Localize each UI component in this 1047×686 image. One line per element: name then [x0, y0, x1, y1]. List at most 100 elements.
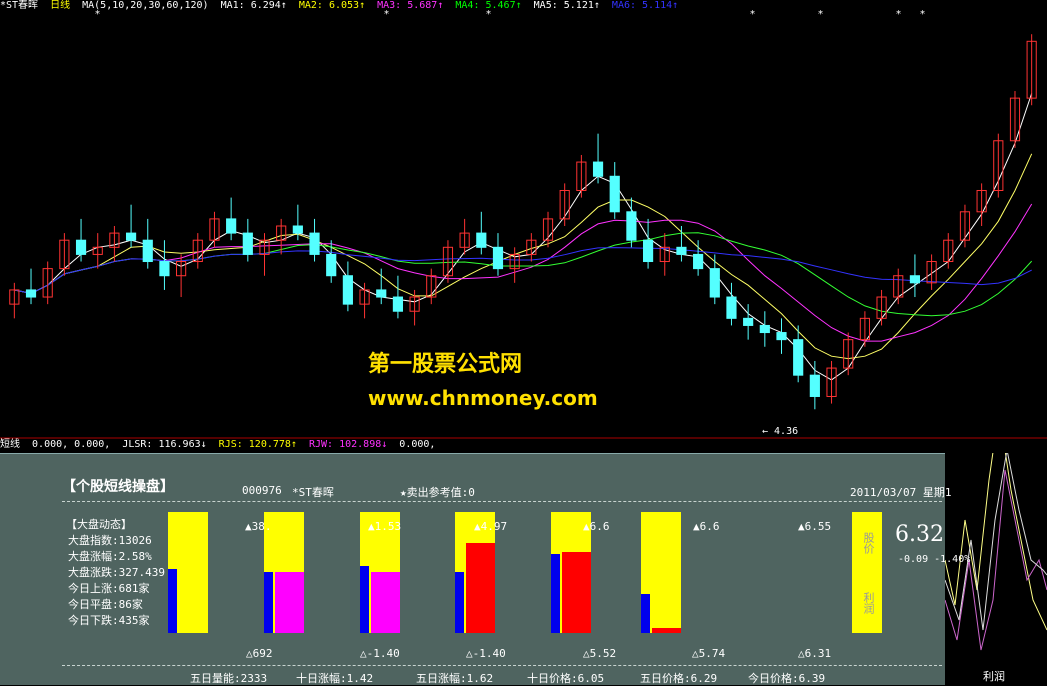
period-label: 日线 [50, 0, 71, 11]
current-price: 6.32 [895, 522, 944, 547]
panel-title: 【个股短线操盘】 [62, 479, 174, 495]
side-bar [852, 512, 882, 633]
watermark-url: www.chnmoney.com [368, 386, 598, 410]
gauge-secondary-fill [562, 552, 591, 633]
market-flat: 今日平盘:86家 [68, 598, 143, 611]
indicator-jlsr: JLSR: 116.963↓ [122, 439, 207, 450]
candle-body[interactable] [159, 261, 170, 277]
candle-body[interactable] [25, 289, 37, 298]
candle-body[interactable] [759, 324, 770, 334]
ma5-value: MA5: 5.121↑ [533, 0, 600, 11]
candle-body[interactable] [492, 246, 504, 270]
divider-top [62, 501, 942, 502]
gauge-bar [168, 512, 208, 633]
side-bar-top-label: 股价 [862, 532, 875, 554]
candle-body[interactable] [592, 161, 604, 177]
watermark-title: 第一股票公式网 [368, 352, 523, 377]
ma1-value: MA1: 6.294↑ [220, 0, 287, 11]
signal-marker: * [896, 9, 901, 20]
right-indicator-plot [945, 453, 1047, 684]
ma3-value: MA3: 5.687↑ [377, 0, 444, 11]
candle-body[interactable] [626, 211, 637, 241]
candle-body[interactable] [342, 275, 353, 305]
chart-header: *ST春晖 日线 MA(5,10,20,30,60,120) MA1: 6.29… [0, 0, 684, 12]
panel-date: 2011/03/07 星期1 [850, 486, 952, 499]
top-value-5: ▲6.6 [693, 520, 720, 533]
candle-body[interactable] [776, 332, 787, 341]
gauge-blue-fill [455, 572, 464, 633]
candle-body[interactable] [642, 239, 654, 263]
indicator-item-5: 0.000, [399, 439, 436, 450]
gauge-blue-fill [264, 572, 273, 633]
low-marker: ← 4.36 [762, 426, 799, 437]
top-value-4: ▲6.6 [583, 520, 610, 533]
indicator-rjs: RJS: 120.778↑ [218, 439, 297, 450]
candle-body[interactable] [125, 232, 137, 241]
short-term-panel: 【个股短线操盘】 000976 *ST春晖 ★卖出参考值:0 2011/03/0… [0, 453, 970, 685]
signal-marker: * [750, 9, 755, 20]
candle-body[interactable] [142, 239, 153, 263]
bottom-value-5: △5.74 [692, 647, 726, 660]
right-panel-label: 利润 [983, 670, 1005, 683]
market-down: 今日下跌:435家 [68, 614, 150, 627]
indicator-line: 短线 0.000, 0.000, JLSR: 116.963↓ RJS: 120… [0, 439, 441, 451]
bottom-value-3: △-1.40 [466, 647, 506, 660]
market-title: 【大盘动态】 [66, 518, 132, 531]
market-change: 大盘涨跌:327.439 [68, 566, 165, 579]
candle-body[interactable] [609, 175, 620, 213]
bottom-value-4: △5.52 [583, 647, 617, 660]
candle-body[interactable] [693, 253, 704, 270]
side-bar-bottom-label: 利润 [862, 592, 875, 614]
candle-body[interactable] [392, 296, 404, 312]
candle-body[interactable] [676, 246, 687, 255]
candle-body[interactable] [476, 232, 487, 248]
indicator-label: 短线 [0, 439, 20, 450]
candle-body[interactable] [326, 253, 337, 277]
gauge-blue-fill [641, 594, 650, 633]
ma4-value: MA4: 5.467↑ [455, 0, 522, 11]
indicator-item-1: 0.000, 0.000, [32, 439, 111, 450]
ma6-value: MA6: 5.114↑ [611, 0, 679, 11]
top-value-2: ▲1.53 [368, 520, 402, 533]
panel-stock-name: *ST春晖 [292, 486, 334, 499]
candle-body[interactable] [793, 339, 804, 376]
bottom-value-1: △692 [246, 647, 273, 660]
gauge-blue-fill [551, 554, 560, 633]
ma2-value: MA2: 6.053↑ [298, 0, 366, 11]
stock-code: 000976 [242, 484, 282, 497]
candle-body[interactable] [743, 317, 754, 326]
gauge-secondary-fill [371, 572, 400, 633]
market-index: 大盘指数:13026 [68, 534, 152, 547]
gauge-bar [641, 512, 681, 633]
stock-name: *ST春晖 [0, 0, 39, 11]
sell-reference: ★卖出参考值:0 [400, 486, 475, 499]
candle-body[interactable] [242, 232, 253, 255]
kline-plot[interactable]: * * * * * * * [0, 0, 1047, 440]
candle-body[interactable] [726, 296, 737, 319]
top-value-6: ▲6.55 [798, 520, 832, 533]
gauge-blue-fill [168, 569, 177, 633]
candle-body[interactable] [292, 225, 303, 234]
gauge-secondary-fill [466, 543, 495, 633]
signal-marker: * [818, 9, 823, 20]
divider-bottom [62, 665, 942, 666]
signal-marker: * [920, 9, 925, 20]
candle-body[interactable] [809, 374, 820, 397]
candle-body[interactable] [309, 232, 320, 255]
bottom-value-6: △6.31 [798, 647, 832, 660]
market-change-pct: 大盘涨幅:2.58% [68, 550, 152, 563]
bottom-value-2: △-1.40 [360, 647, 400, 660]
gauge-secondary-fill [652, 628, 681, 633]
candle-body[interactable] [376, 289, 387, 298]
gauge-blue-fill [360, 566, 369, 633]
candle-body[interactable] [709, 268, 720, 298]
ma-params: MA(5,10,20,30,60,120) [82, 0, 209, 11]
top-value-1: ▲38. [245, 520, 272, 533]
market-up: 今日上涨:681家 [68, 582, 150, 595]
top-value-3: ▲4.97 [474, 520, 508, 533]
indicator-rjw: RJW: 102.898↓ [308, 439, 388, 450]
candle-body[interactable] [75, 239, 87, 255]
candle-body[interactable] [909, 275, 921, 284]
gauge-secondary-fill [275, 572, 304, 633]
candle-body[interactable] [226, 218, 237, 234]
